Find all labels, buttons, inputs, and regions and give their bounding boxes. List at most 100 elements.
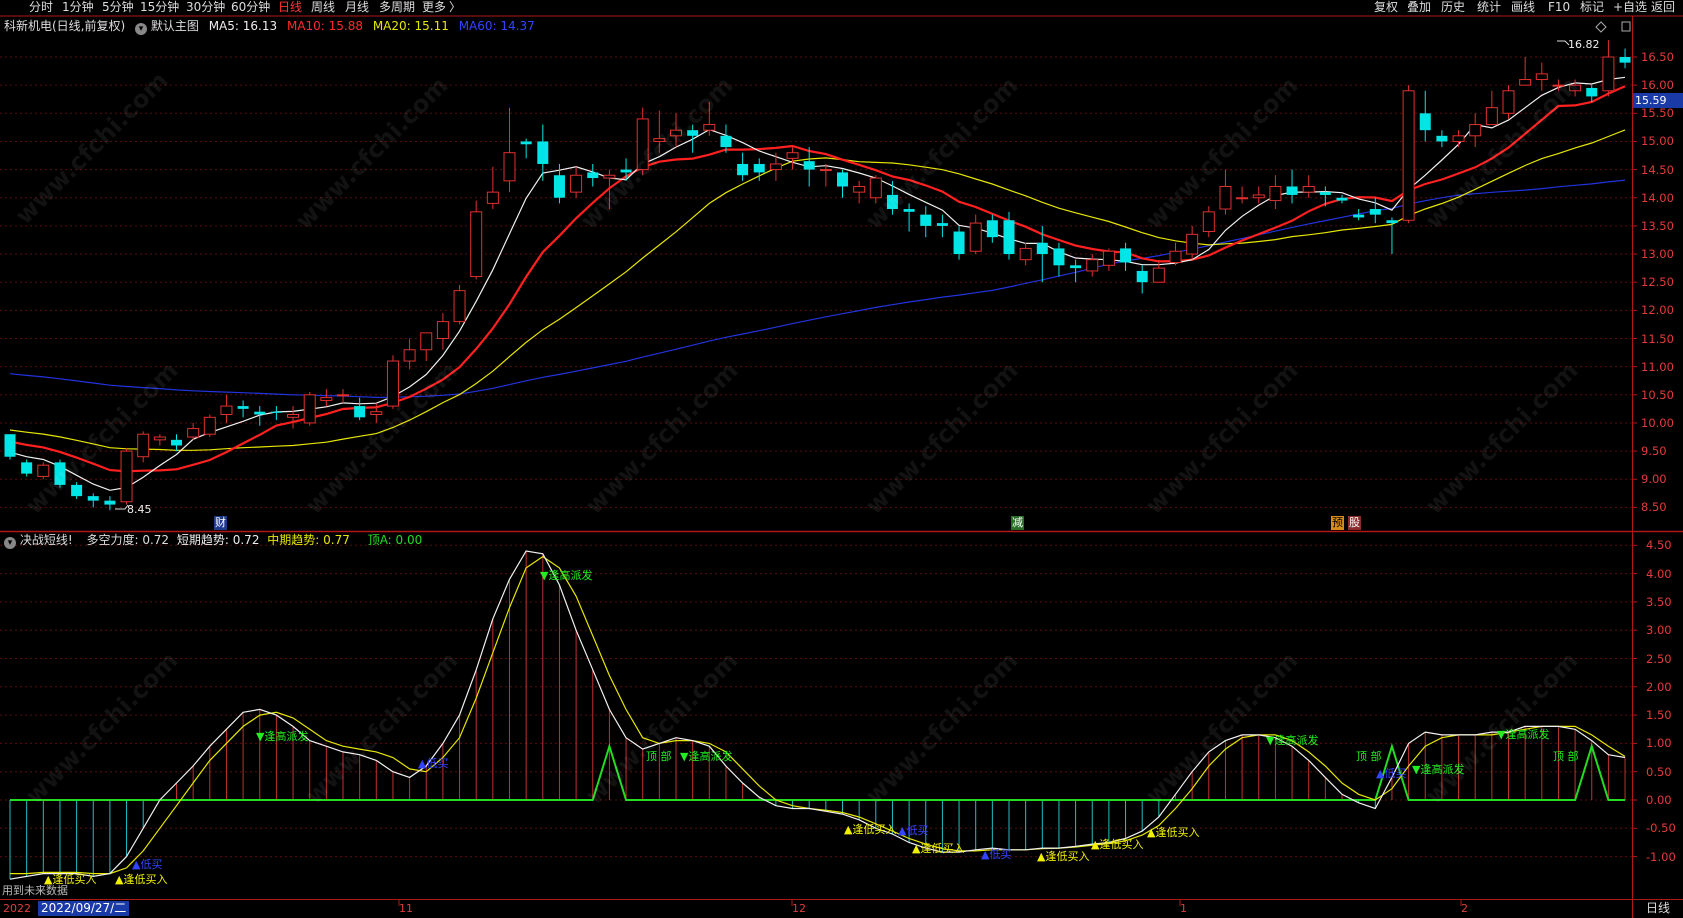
price-axis-label: 9.00 bbox=[1641, 472, 1667, 487]
ma60-line bbox=[9, 179, 1626, 399]
window-icon[interactable] bbox=[1621, 21, 1631, 32]
candle-body bbox=[120, 450, 133, 503]
indicator-bars bbox=[9, 550, 1626, 880]
indicator-lines bbox=[9, 550, 1626, 880]
price-axis-label: 16.50 bbox=[1641, 50, 1674, 64]
candle-body bbox=[703, 124, 716, 131]
future-data-note: 用到未来数据 bbox=[2, 884, 68, 897]
candle-body bbox=[837, 172, 848, 187]
forecast-marker[interactable]: 预 bbox=[1331, 516, 1344, 530]
low-price-label: 8.45 bbox=[127, 503, 152, 516]
candle-body bbox=[737, 163, 749, 176]
candle-body bbox=[37, 464, 50, 477]
month-label: 1 bbox=[1180, 902, 1187, 915]
candle-body bbox=[1569, 84, 1582, 92]
candle-body bbox=[1302, 185, 1315, 193]
candle-body bbox=[803, 161, 815, 170]
top-signal-label: 顶 部 bbox=[1356, 750, 1382, 763]
candle-body bbox=[453, 290, 466, 323]
equity-marker[interactable]: 股 bbox=[1348, 516, 1361, 530]
chevron-down-icon[interactable]: ▾ bbox=[135, 23, 148, 35]
ma20-value: MA20: 15.11 bbox=[372, 19, 449, 33]
price-axis-label: 12.00 bbox=[1641, 303, 1674, 318]
indicator-axis-label: 0.00 bbox=[1646, 793, 1672, 807]
ma10-value: MA10: 15.88 bbox=[286, 19, 363, 33]
candle-body bbox=[503, 152, 516, 182]
candle-body bbox=[1252, 194, 1265, 199]
axis-ticks bbox=[398, 56, 1637, 906]
sell-signal-label: ▼逢高派发 bbox=[680, 750, 733, 763]
high-price-label: 16.82 bbox=[1568, 38, 1600, 51]
candle-body bbox=[537, 141, 549, 164]
candle-body bbox=[171, 439, 182, 446]
month-label: 2 bbox=[1461, 902, 1468, 915]
price-axis-label: 15.00 bbox=[1641, 134, 1674, 149]
indicator-axis-label: 4.50 bbox=[1646, 538, 1672, 553]
candle-body bbox=[254, 411, 266, 415]
main-chart-legend: 科新机电(日线,前复权) ▾ 默认主图 MA5: 16.13 MA10: 15.… bbox=[4, 18, 535, 35]
ma20-line bbox=[9, 129, 1626, 451]
candle-body bbox=[903, 209, 915, 212]
candle-body bbox=[1552, 84, 1565, 87]
candle-body bbox=[4, 434, 16, 457]
sell-signal-label: ▼逢高派发 bbox=[540, 569, 593, 582]
candle-body bbox=[420, 332, 433, 351]
template-name[interactable]: 默认主图 bbox=[151, 19, 199, 33]
price-axis-label: 11.00 bbox=[1641, 359, 1674, 374]
candle-body bbox=[1619, 57, 1631, 63]
top-signal-label: 顶 部 bbox=[646, 750, 672, 763]
candle-body bbox=[337, 394, 349, 397]
candle-body bbox=[1469, 124, 1482, 137]
candle-body bbox=[386, 360, 399, 407]
indicator-menu-icon[interactable]: ▾ bbox=[4, 537, 16, 549]
indicator-axis-label: 0.50 bbox=[1646, 764, 1672, 779]
top-signal-label: 顶 部 bbox=[1553, 750, 1579, 763]
candle-body bbox=[320, 397, 333, 401]
ma60-value: MA60: 14.37 bbox=[458, 19, 535, 33]
power-value: 多空力度: 0.72 bbox=[86, 533, 170, 547]
indicator-axis-label: -0.50 bbox=[1646, 821, 1676, 836]
price-axis-label: 14.00 bbox=[1641, 190, 1674, 205]
candle-body bbox=[486, 191, 499, 204]
candle-body bbox=[853, 185, 866, 193]
low-buy-signal-label: ▲低买 bbox=[132, 858, 163, 871]
candle-body bbox=[1402, 90, 1415, 221]
candle-body bbox=[203, 416, 216, 435]
candle-body bbox=[1036, 242, 1048, 255]
indicator-axis-label: 4.00 bbox=[1646, 566, 1672, 581]
candle-body bbox=[520, 141, 532, 145]
candle-body bbox=[986, 220, 998, 238]
candle-body bbox=[303, 394, 316, 424]
financial-report-marker[interactable]: 财 bbox=[214, 516, 227, 530]
candle-body bbox=[1019, 247, 1032, 261]
candle-body bbox=[1586, 87, 1598, 97]
indicator-name[interactable]: 决战短线! bbox=[20, 533, 73, 547]
candle-body bbox=[1236, 197, 1249, 200]
candle-body bbox=[1202, 211, 1215, 233]
main-grid bbox=[0, 56, 1632, 508]
reduction-marker[interactable]: 减 bbox=[1011, 516, 1024, 530]
top-a-value: 顶A: 0.00 bbox=[367, 533, 423, 547]
diamond-icon[interactable] bbox=[1595, 21, 1607, 33]
candle-body bbox=[570, 174, 583, 193]
indicator-axis-label: 3.00 bbox=[1646, 623, 1672, 638]
chart-canvas[interactable] bbox=[0, 0, 1683, 918]
period-label: 日线 bbox=[1646, 901, 1671, 915]
buy-signal-label: ▲逢低买入 bbox=[912, 842, 965, 855]
candle-body bbox=[1319, 192, 1331, 195]
candle-body bbox=[370, 411, 383, 416]
candle-body bbox=[1419, 113, 1431, 131]
candle-body bbox=[470, 211, 483, 278]
candle-body bbox=[1070, 265, 1082, 269]
price-axis-label: 14.50 bbox=[1641, 162, 1674, 177]
price-axis-label: 10.50 bbox=[1641, 387, 1674, 402]
price-axis-label: 13.50 bbox=[1641, 218, 1674, 233]
candle-body bbox=[187, 428, 200, 438]
candle-body bbox=[104, 500, 116, 505]
candle-body bbox=[436, 321, 449, 339]
mid-trend-value: 中期趋势: 0.77 bbox=[267, 533, 350, 547]
candle-body bbox=[153, 436, 166, 441]
candle-body bbox=[1502, 90, 1515, 114]
low-buy-signal-label: ▲低买 bbox=[981, 848, 1012, 861]
buy-signal-label: ▲逢低买入 bbox=[1147, 826, 1200, 839]
